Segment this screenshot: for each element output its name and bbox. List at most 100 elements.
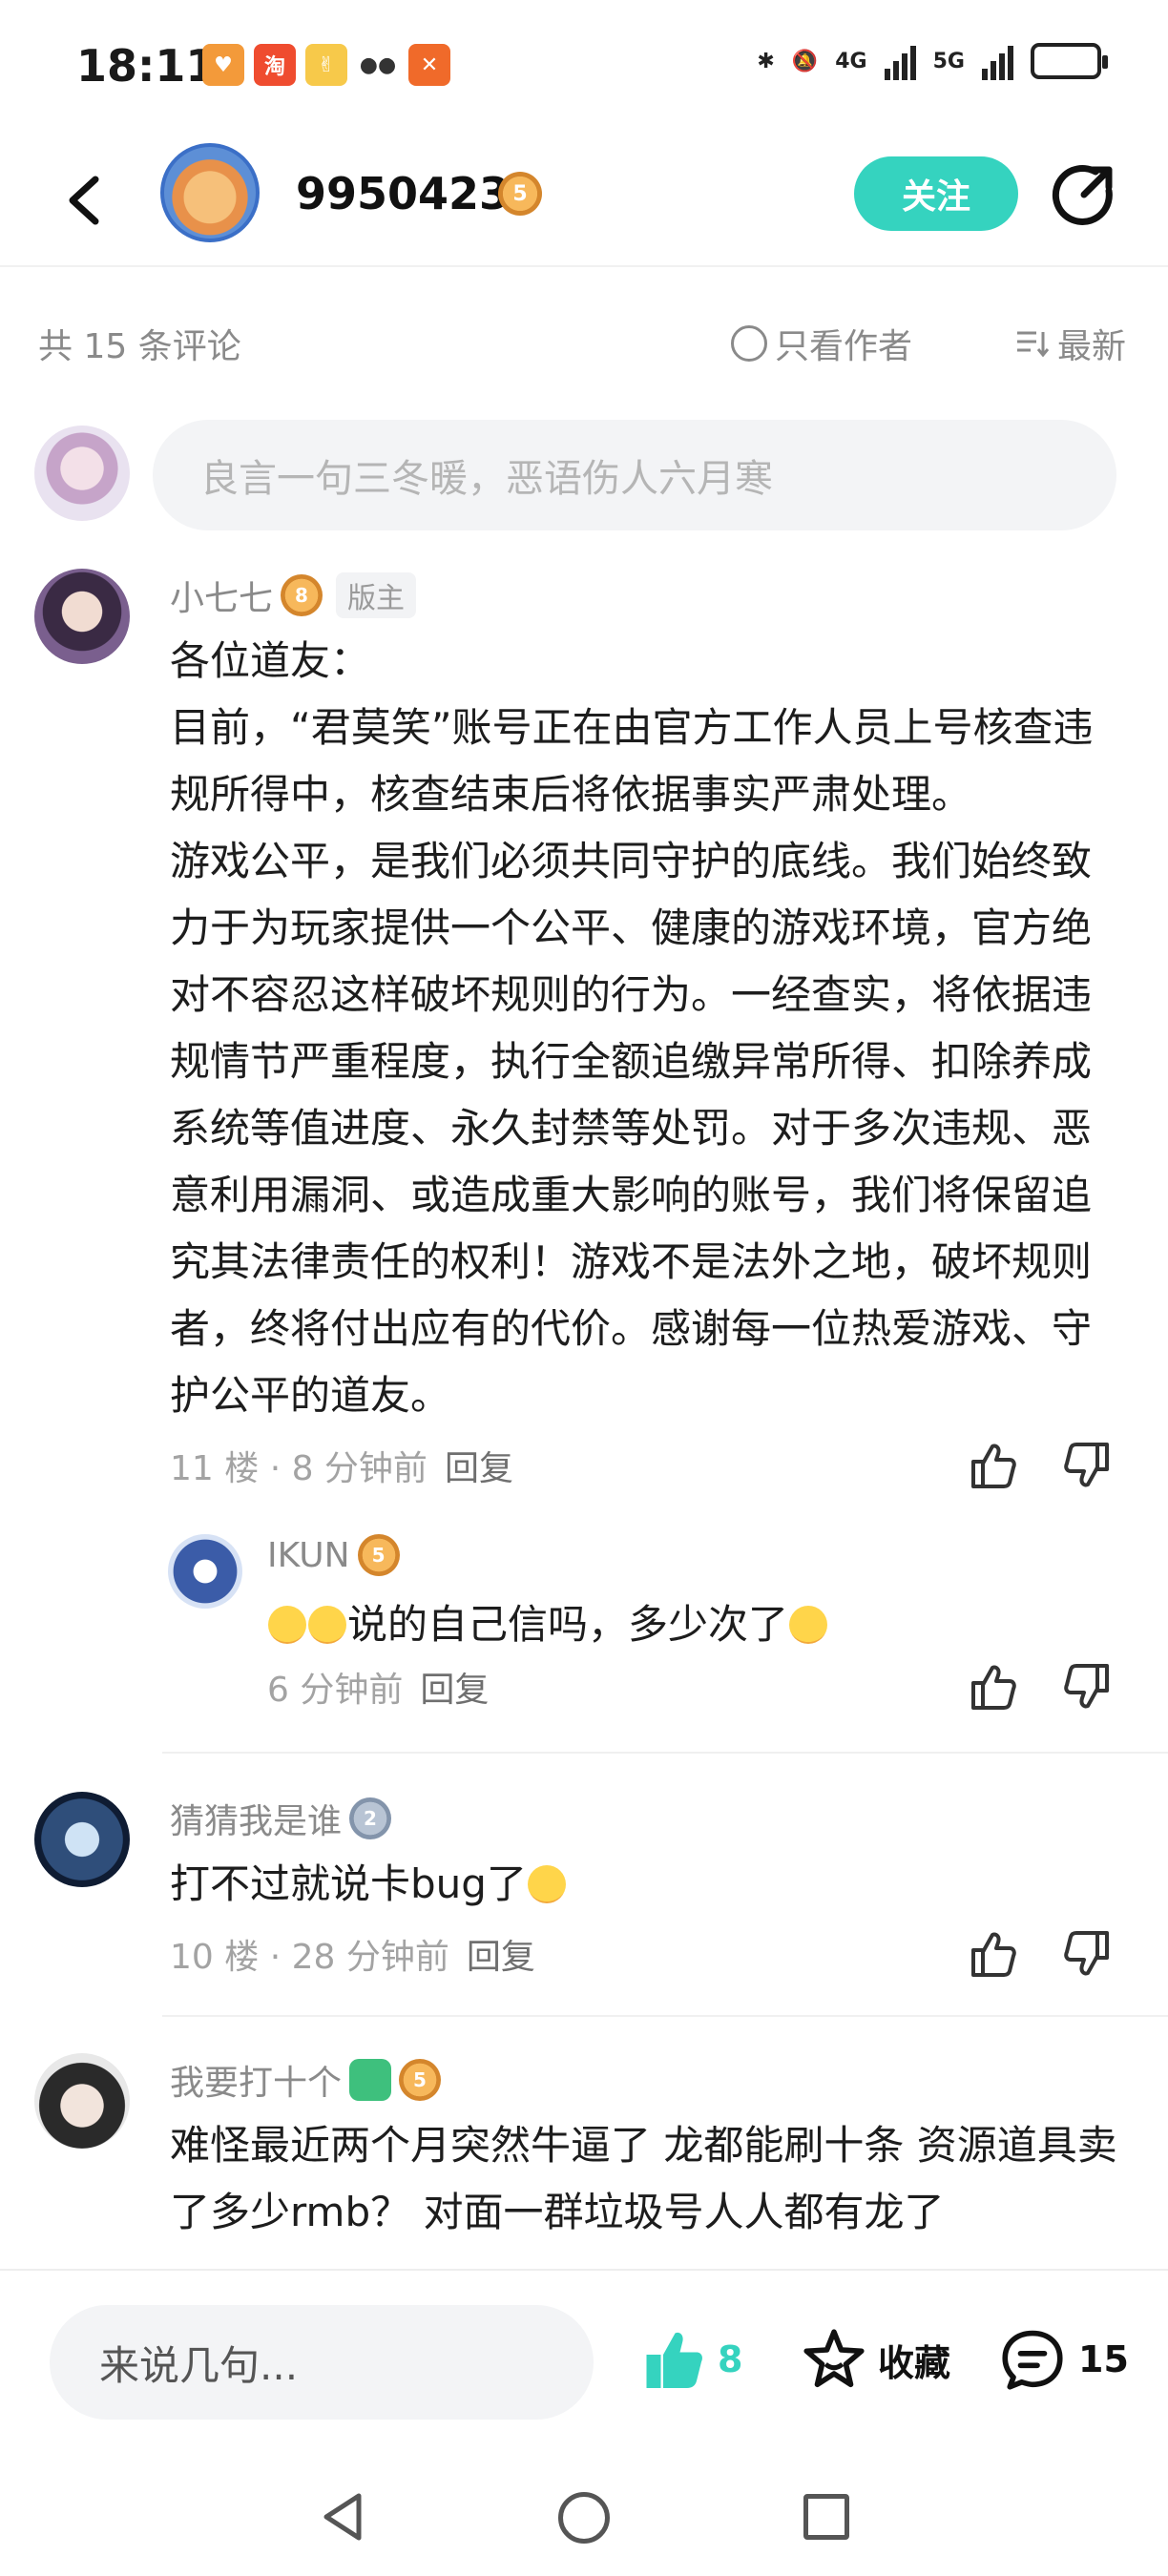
- author-only-label: 只看作者: [775, 327, 913, 366]
- wechat-icon: ●●: [357, 44, 399, 86]
- comment-item: 我要打十个 5 难怪最近两个月突然牛逼了 龙都能刷十条 资源道具卖了多少rmb？…: [0, 2047, 1168, 2269]
- heart-eyes-emoji-icon: [789, 1606, 828, 1644]
- favorite-label: 收藏: [878, 2341, 951, 2384]
- comment-text: 难怪最近两个月突然牛逼了 龙都能刷十条 资源道具卖了多少rmb？ 对面一群垃圾号…: [170, 2122, 1117, 2235]
- divider: [162, 1752, 1168, 1754]
- level-badge-number: 5: [413, 2068, 427, 2091]
- nav-back-icon[interactable]: [315, 2488, 372, 2545]
- radio-circle-icon: [731, 325, 767, 362]
- comment-meta: 10 楼 · 28 分钟前 回复: [170, 1929, 535, 1979]
- comment-floor-time: 11 楼 · 8 分钟前: [170, 1449, 428, 1488]
- level-badge: 5: [498, 172, 542, 216]
- level-badge-number: 2: [364, 1807, 377, 1830]
- notification-app-icon: ♥: [202, 44, 244, 86]
- comment-total: 15: [1078, 2338, 1129, 2380]
- reply-text: 说的自己信吗，多少次了: [267, 1591, 1107, 1658]
- comment-username[interactable]: 小七七: [170, 571, 273, 620]
- sort-latest-button[interactable]: 最新: [1015, 319, 1126, 368]
- reply-time: 6 分钟前: [267, 1671, 404, 1710]
- level-badge: 5: [399, 2059, 442, 2101]
- signal-4g-icon: [884, 42, 916, 80]
- comment-text: 打不过就说卡bug了: [170, 1851, 1120, 1918]
- comment-input[interactable]: 良言一句三冬暖，恶语伤人六月寒: [153, 420, 1116, 530]
- author-name[interactable]: 9950423: [296, 168, 510, 219]
- user-avatar[interactable]: [34, 1792, 130, 1887]
- my-avatar: [34, 426, 130, 521]
- thumbs-down-icon[interactable]: [1061, 1660, 1115, 1714]
- taobao-icon: 淘: [254, 44, 296, 86]
- divider: [162, 2015, 1168, 2017]
- author-avatar[interactable]: [160, 143, 260, 242]
- reply-username[interactable]: IKUN: [267, 1536, 350, 1575]
- level-badge: 2: [349, 1797, 392, 1839]
- thumbs-down-icon[interactable]: [1061, 1927, 1115, 1981]
- bluetooth-icon: ✱: [757, 49, 775, 73]
- mute-icon: 🔕: [791, 49, 819, 73]
- comment-user[interactable]: 猜猜我是谁 2: [170, 1794, 392, 1843]
- user-avatar[interactable]: [34, 569, 130, 664]
- sort-label: 最新: [1056, 327, 1126, 366]
- moderator-tag: 版主: [336, 572, 417, 618]
- status-app-icons: ♥ 淘 ✌ ●● ✕: [202, 44, 450, 86]
- comment-count: 共 15 条评论: [38, 327, 241, 366]
- bottom-comment-input[interactable]: 来说几句...: [50, 2305, 594, 2420]
- author-only-toggle[interactable]: 只看作者: [731, 319, 912, 368]
- signal-5g-icon: [982, 42, 1013, 80]
- thumbs-up-icon[interactable]: [966, 1439, 1019, 1492]
- comment-user[interactable]: 小七七 8 版主: [170, 571, 417, 620]
- level-badge-number: 5: [371, 1544, 386, 1567]
- level-badge: 8: [281, 574, 323, 616]
- comment-username[interactable]: 我要打十个: [170, 2055, 342, 2105]
- status-bar: 18:11 ♥ 淘 ✌ ●● ✕ ✱ 🔕 4G 5G: [0, 0, 1168, 134]
- battery-icon: [1031, 43, 1108, 79]
- comment-paragraph: 目前，“君莫笑”账号正在由官方工作人员上号核查违规所得中，核查结束后将依据事实严…: [170, 704, 1094, 818]
- comment-username[interactable]: 猜猜我是谁: [170, 1794, 342, 1843]
- like-post-button[interactable]: 8: [637, 2326, 742, 2393]
- comment-paragraph: 各位道友：: [170, 637, 371, 684]
- comments-button[interactable]: 15: [998, 2326, 1129, 2393]
- reply-button[interactable]: 回复: [467, 1938, 535, 1977]
- notification-app-icon: ✕: [408, 44, 450, 86]
- nav-recent-apps-icon[interactable]: [803, 2494, 849, 2540]
- nav-home-icon[interactable]: [558, 2492, 610, 2544]
- thumbs-up-icon[interactable]: [966, 1927, 1019, 1981]
- thumbs-up-filled-icon: [646, 2332, 702, 2388]
- comment-text: 各位道友： 目前，“君莫笑”账号正在由官方工作人员上号核查违规所得中，核查结束后…: [170, 628, 1120, 1429]
- grin-emoji-icon: [268, 1606, 306, 1644]
- follow-button[interactable]: 关注: [854, 156, 1018, 231]
- level-badge-number: 5: [512, 181, 528, 206]
- level-badge: 5: [357, 1534, 400, 1576]
- comment-bubble-icon: [1002, 2330, 1063, 2390]
- share-icon[interactable]: [1050, 162, 1116, 229]
- reply-user-avatar[interactable]: [168, 1534, 242, 1609]
- comment-floor-time: 10 楼 · 28 分钟前: [170, 1938, 449, 1977]
- level-badge-number: 8: [295, 584, 308, 607]
- smile-emoji-icon: [527, 1865, 566, 1903]
- reply-text-content: 说的自己信吗，多少次了: [347, 1601, 789, 1648]
- comment-user[interactable]: 我要打十个 5: [170, 2055, 442, 2105]
- game-controller-icon: [349, 2059, 392, 2101]
- user-avatar[interactable]: [34, 2053, 130, 2149]
- system-nav-bar: [0, 2460, 1168, 2576]
- comment-meta: 11 楼 · 8 分钟前 回复: [170, 1441, 513, 1490]
- bottom-action-bar: 来说几句... 8 收藏 15: [0, 2269, 1168, 2460]
- favorite-button[interactable]: 收藏: [800, 2326, 950, 2393]
- network-4g-label: 4G: [835, 49, 867, 73]
- sort-icon: [1016, 331, 1050, 358]
- back-arrow-icon[interactable]: [57, 172, 115, 229]
- thumbs-down-icon[interactable]: [1061, 1439, 1115, 1492]
- reply-meta: 6 分钟前 回复: [267, 1662, 489, 1712]
- reply-button[interactable]: 回复: [445, 1449, 513, 1488]
- status-right-icons: ✱ 🔕 4G 5G: [757, 42, 1108, 80]
- comment-text-content: 打不过就说卡bug了: [170, 1860, 527, 1907]
- comment-paragraph: 游戏公平，是我们必须共同守护的底线。我们始终致力于为玩家提供一个公平、健康的游戏…: [170, 838, 1093, 1419]
- reply-button[interactable]: 回复: [420, 1671, 489, 1710]
- grin-emoji-icon: [308, 1606, 346, 1644]
- network-5g-label: 5G: [932, 49, 965, 73]
- status-time: 18:11: [76, 40, 217, 92]
- star-icon: [803, 2329, 865, 2388]
- like-count: 8: [718, 2338, 743, 2380]
- notification-app-icon: ✌: [305, 44, 347, 86]
- reply-user[interactable]: IKUN 5: [267, 1534, 400, 1576]
- thumbs-up-icon[interactable]: [966, 1660, 1019, 1714]
